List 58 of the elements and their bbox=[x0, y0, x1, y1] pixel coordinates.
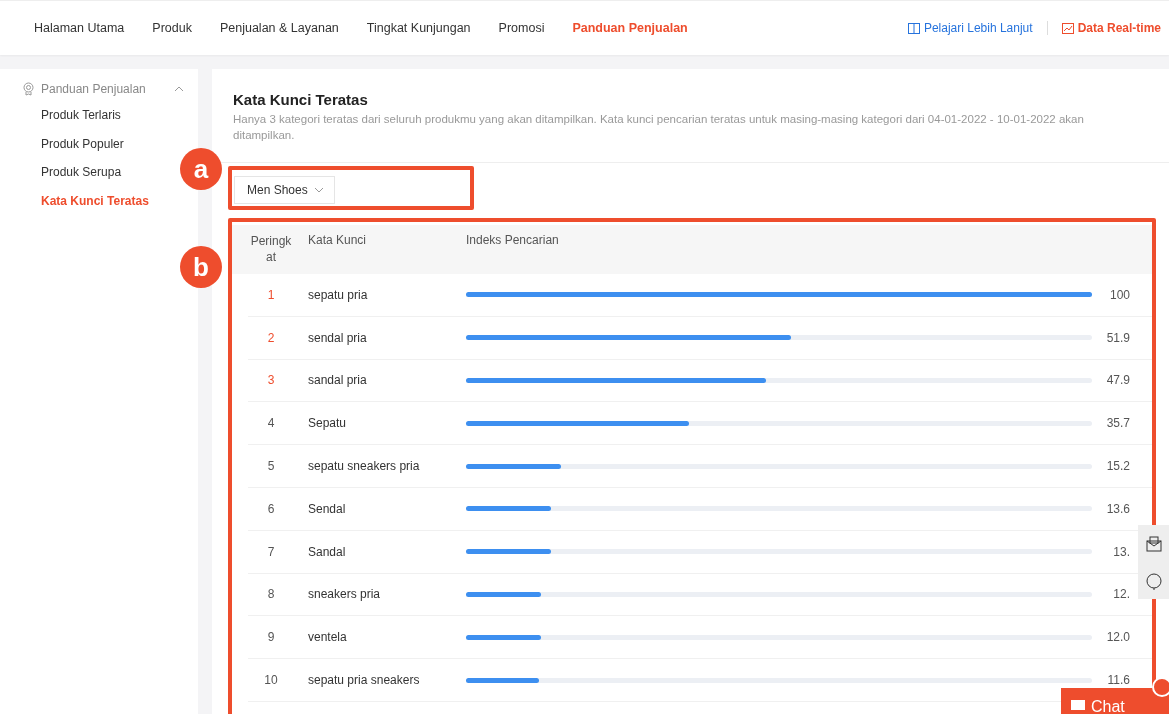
index-value: 47.9 bbox=[1105, 373, 1131, 388]
section-description: Hanya 3 kategori teratas dari seluruh produkmu yang akan ditampilkan. Kata kunci pencarian teratas untuk masing-masing kategori dari 04-01-2022 - 10-01-2022 akan ditampilkan. bbox=[233, 112, 1085, 143]
nav-tab[interactable]: Produk bbox=[152, 21, 192, 35]
keyword-cell-text: Sandal bbox=[308, 544, 347, 559]
rank-cell-text: 7 bbox=[266, 544, 276, 559]
sidebar-group-header[interactable]: Panduan Penjualan bbox=[0, 77, 198, 101]
category-dropdown[interactable]: Men Shoes bbox=[234, 176, 335, 204]
nav-tab[interactable]: Panduan Penjualan bbox=[572, 21, 688, 35]
index-value: 51.9 bbox=[1105, 330, 1131, 345]
sidebar-item[interactable]: Produk Populer bbox=[0, 129, 124, 158]
keyword-cell-text: ventela bbox=[308, 630, 348, 645]
nav-link[interactable]: Pelajari Lebih Lanjut bbox=[907, 21, 1033, 35]
index-value: 13.6 bbox=[1105, 501, 1131, 516]
index-value: 100 bbox=[1108, 287, 1131, 302]
chat-button[interactable]: Chat bbox=[1061, 688, 1169, 714]
chart-icon bbox=[1061, 22, 1074, 34]
keyword-cell-text: sepatu pria sneakers bbox=[308, 673, 421, 688]
keyword-cell-text: Sendal bbox=[308, 501, 347, 516]
column-header: Kata Kunci bbox=[308, 233, 368, 247]
keyword-cell-text: sepatu sneakers pria bbox=[308, 459, 421, 474]
rank-cell-text: 5 bbox=[266, 459, 276, 474]
index-value: 15.2 bbox=[1105, 459, 1131, 474]
rank-cell-text: 6 bbox=[266, 501, 276, 516]
chevron-icon bbox=[313, 187, 324, 193]
rank-cell-text: 10 bbox=[263, 673, 279, 688]
annotation-marker: b bbox=[180, 246, 222, 288]
index-value: 11.6 bbox=[1106, 673, 1131, 688]
sidebar-item[interactable]: Produk Serupa bbox=[0, 158, 122, 187]
chat-icon bbox=[1071, 698, 1085, 710]
index-value: 35.7 bbox=[1105, 416, 1131, 431]
nav-tab[interactable]: Promosi bbox=[498, 21, 545, 35]
rank-cell-text: 3 bbox=[266, 373, 276, 388]
keyword-cell-text: Sepatu bbox=[308, 416, 348, 431]
keyword-cell-text: sneakers pria bbox=[308, 587, 382, 602]
badge-icon bbox=[22, 82, 35, 96]
annotation-marker: a bbox=[180, 148, 222, 190]
column-header: Indeks Pencarian bbox=[466, 233, 560, 247]
sidebar-item[interactable]: Produk Terlaris bbox=[0, 101, 121, 130]
rank-cell-text: 1 bbox=[266, 287, 276, 302]
mail-icon[interactable] bbox=[1144, 534, 1163, 553]
nav-tab[interactable]: Tingkat Kunjungan bbox=[366, 21, 471, 35]
rank-cell-text: 4 bbox=[266, 416, 276, 431]
keyword-cell-text: sendal pria bbox=[308, 330, 368, 345]
index-value: 12.0 bbox=[1105, 630, 1131, 645]
rank-cell-text: 2 bbox=[266, 330, 276, 345]
keyword-cell-text: sepatu pria bbox=[308, 287, 369, 302]
index-value: 13. bbox=[1112, 544, 1131, 559]
sidebar-item[interactable]: Kata Kunci Teratas bbox=[0, 186, 149, 215]
index-value: 12. bbox=[1112, 587, 1131, 602]
rank-cell-text: 9 bbox=[266, 630, 276, 645]
section-title: Kata Kunci Teratas bbox=[233, 91, 369, 108]
column-header: Peringkat bbox=[249, 233, 293, 265]
nav-link[interactable]: Data Real-time bbox=[1061, 21, 1161, 35]
book-icon bbox=[907, 22, 920, 34]
keyword-cell-text: sandal pria bbox=[308, 373, 368, 388]
nav-tab[interactable]: Halaman Utama bbox=[34, 21, 125, 35]
rank-cell-text: 8 bbox=[266, 587, 276, 602]
nav-tab[interactable]: Penjualan & Layanan bbox=[219, 21, 339, 35]
